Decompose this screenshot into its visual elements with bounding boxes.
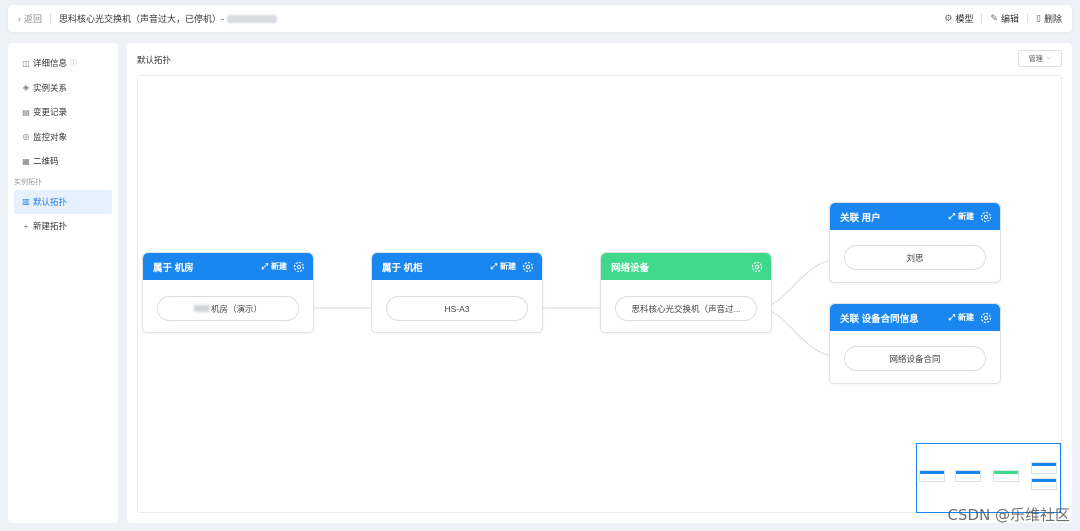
link-icon: ⤢ [261,261,268,271]
node-cabinet[interactable]: 属于 机柜 ⤢ 新建 HS-A3 [371,252,543,333]
edit-icon: ✎ [990,13,999,23]
panel-title: 默认拓扑 [137,55,172,65]
sidebar-item-label: 监控对象 [33,131,68,142]
node-item[interactable]: 刘思 [844,245,986,270]
node-header: 网络设备 [601,253,771,280]
minimap-node [955,470,981,482]
sidebar-item-label: 二维码 [33,156,59,167]
node-item-label: 机房（演示） [210,303,262,314]
minimap[interactable] [916,443,1061,513]
node-item-label: 思科核心光交换机（声音过... [631,303,741,314]
layers-icon: ◈ [22,83,30,93]
node-item[interactable]: HS-A3 [386,296,528,321]
sidebar-item-default-topology[interactable]: ▥ 默认拓扑 [14,189,112,214]
sidebar-item-label: 详细信息 [33,58,68,69]
back-label: 返回 [24,14,43,24]
minimap-node [1031,462,1057,474]
sidebar-item-qrcode[interactable]: ▦ 二维码 [8,149,118,174]
manage-label: 管理 [1028,55,1043,63]
gear-icon[interactable] [522,261,534,273]
node-new-button[interactable]: ⤢ 新建 [949,312,974,323]
node-user[interactable]: 关联 用户 ⤢ 新建 刘思 [829,202,1001,283]
delete-button[interactable]: ▯ 删除 [1036,12,1062,25]
model-icon: ⚙ [944,13,953,23]
sidebar-item-label: 实例关系 [33,82,68,93]
node-new-button[interactable]: ⤢ 新建 [949,211,974,222]
edit-button[interactable]: ✎ 编辑 [990,12,1019,25]
gear-icon[interactable] [751,261,763,273]
new-label: 新建 [500,262,516,271]
header-actions: ⚙ 模型 ✎ 编辑 ▯ 删除 [944,12,1062,25]
node-header: 属于 机柜 ⤢ 新建 [372,253,542,280]
node-contract[interactable]: 关联 设备合同信息 ⤢ 新建 网络设备合同 [829,303,1001,384]
node-item[interactable]: 机房（演示） [157,296,299,321]
monitor-icon: ◎ [22,132,30,142]
divider [1027,14,1029,23]
node-title: 网络设备 [611,262,650,274]
redacted-text [193,305,210,312]
delete-icon: ▯ [1036,13,1041,23]
node-item-label: 刘思 [906,252,924,263]
sidebar-item-monitor[interactable]: ◎ 监控对象 [8,125,118,150]
new-label: 新建 [958,313,974,322]
manage-dropdown[interactable]: 管理 ⌵ [1018,50,1062,67]
model-button[interactable]: ⚙ 模型 [944,12,973,25]
node-new-button[interactable]: ⤢ 新建 [491,261,516,272]
detail-icon: ◫ [22,58,30,68]
link-icon: ⤢ [948,312,955,322]
info-icon: ⓘ [70,60,78,68]
edit-label: 编辑 [1001,14,1020,24]
delete-label: 删除 [1043,14,1062,24]
node-item-label: 网络设备合同 [889,353,941,364]
plus-icon: + [23,221,29,231]
node-title: 关联 设备合同信息 [840,313,919,325]
node-device[interactable]: 网络设备 思科核心光交换机（声音过... [600,252,772,333]
new-label: 新建 [958,212,974,221]
gear-icon[interactable] [980,312,992,324]
link-icon: ⤢ [948,211,955,221]
minimap-node [919,470,945,482]
divider [981,14,983,23]
link-icon: ⤢ [490,261,497,271]
sidebar-item-new-topology[interactable]: + 新建拓扑 [8,214,118,239]
gear-icon[interactable] [293,261,305,273]
top-bar: ‹ 返回 思科核心光交换机（声音过大，已停机）- ⚙ 模型 ✎ 编辑 ▯ 删除 [8,5,1072,32]
sidebar-item-label: 变更记录 [33,107,68,118]
node-header: 关联 设备合同信息 ⤢ 新建 [830,304,1000,331]
node-title: 关联 用户 [840,212,881,224]
chevron-down-icon: ⌵ [1046,55,1052,61]
chart-icon: ▥ [22,197,30,207]
sidebar-item-label: 默认拓扑 [33,196,68,207]
gear-icon[interactable] [980,211,992,223]
watermark: CSDN @乐维社区 [947,506,1070,524]
node-title: 属于 机房 [153,262,194,274]
chevron-left-icon: ‹ [18,13,21,24]
node-title: 属于 机柜 [382,262,423,274]
minimap-node [993,470,1019,482]
sidebar-item-label: 新建拓扑 [33,221,68,232]
node-header: 关联 用户 ⤢ 新建 [830,203,1000,230]
node-room[interactable]: 属于 机房 ⤢ 新建 机房（演示） [142,252,314,333]
sidebar: ◫ 详细信息 ⓘ ◈ 实例关系 ▤ 变更记录 ◎ 监控对象 ▦ 二维码 实例拓扑… [8,43,118,523]
model-label: 模型 [955,14,974,24]
node-item[interactable]: 思科核心光交换机（声音过... [615,296,757,321]
node-header: 属于 机房 ⤢ 新建 [143,253,313,280]
record-icon: ▤ [22,107,30,117]
sidebar-group-label: 实例拓扑 [14,178,42,186]
page-title: 思科核心光交换机（声音过大，已停机）- [59,14,225,24]
node-new-button[interactable]: ⤢ 新建 [262,261,287,272]
minimap-node [1031,478,1057,490]
redacted-ip [227,14,278,23]
node-item[interactable]: 网络设备合同 [844,346,986,371]
back-button[interactable]: ‹ 返回 [18,12,42,25]
node-item-label: HS-A3 [444,303,470,314]
sidebar-item-changes[interactable]: ▤ 变更记录 [8,100,118,125]
sidebar-item-relations[interactable]: ◈ 实例关系 [8,76,118,101]
divider [50,13,52,24]
qrcode-icon: ▦ [22,156,30,166]
new-label: 新建 [271,262,287,271]
sidebar-item-detail[interactable]: ◫ 详细信息 ⓘ [8,51,118,76]
